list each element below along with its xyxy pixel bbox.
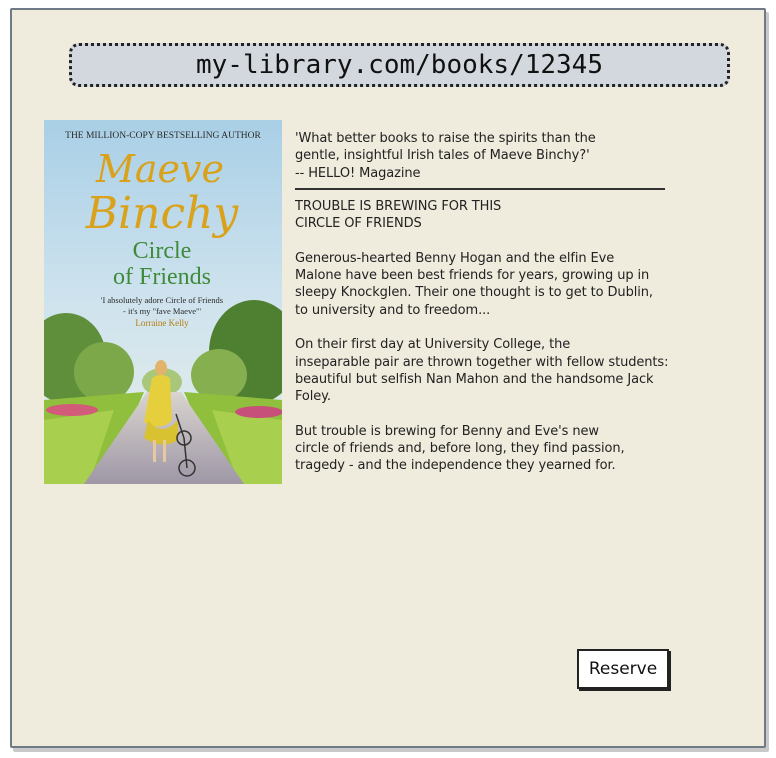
cover-title-line1: Circle (133, 238, 192, 264)
paragraph-line: Foley. (295, 389, 331, 405)
paragraph-line: beautiful but selfish Nan Mahon and the … (295, 371, 654, 387)
paragraph-line: inseparable pair are thrown together wit… (295, 354, 669, 370)
url-text: my-library.com/books/12345 (196, 50, 603, 80)
book-description: 'What better books to raise the spirits … (295, 130, 765, 475)
cover-title-line2: of Friends (113, 264, 211, 290)
headline-line: TROUBLE IS BREWING FOR THIS (295, 198, 502, 214)
paragraph-line: But trouble is brewing for Benny and Eve… (295, 423, 599, 439)
paragraph-line: circle of friends and, before long, they… (295, 441, 625, 457)
paragraph-line: to university and to freedom... (295, 302, 491, 318)
address-bar[interactable]: my-library.com/books/12345 (69, 43, 730, 87)
paragraph-line: On their first day at University College… (295, 337, 571, 353)
cover-quote-source: Lorraine Kelly (135, 318, 189, 328)
paragraph-line: Malone have been best friends for years,… (295, 268, 650, 284)
reserve-button[interactable]: Reserve (577, 649, 669, 689)
cover-author-last: Binchy (85, 188, 240, 239)
cover-quote-line2: - it's my "fave Maeve"' (123, 306, 201, 316)
review-source: -- HELLO! Magazine (295, 165, 421, 181)
review-quote-line: 'What better books to raise the spirits … (295, 131, 596, 146)
cover-tagline: THE MILLION-COPY BESTSELLING AUTHOR (65, 131, 261, 141)
paragraph-line: sleepy Knockglen. Their one thought is t… (295, 285, 653, 301)
paragraph-line: tragedy - and the independence they year… (295, 458, 616, 474)
book-cover-image: THE MILLION-COPY BESTSELLING AUTHOR Maev… (44, 120, 282, 484)
cover-quote-line1: 'I absolutely adore Circle of Friends (101, 295, 223, 305)
cover-author-first: Maeve (95, 147, 224, 191)
divider (295, 187, 665, 190)
browser-window: my-library.com/books/12345 THE MILLION-C… (10, 8, 766, 748)
paragraph-line: Generous-hearted Benny Hogan and the elf… (295, 250, 615, 266)
review-quote-line: gentle, insightful Irish tales of Maeve … (295, 148, 590, 164)
headline-line: CIRCLE OF FRIENDS (295, 216, 422, 232)
